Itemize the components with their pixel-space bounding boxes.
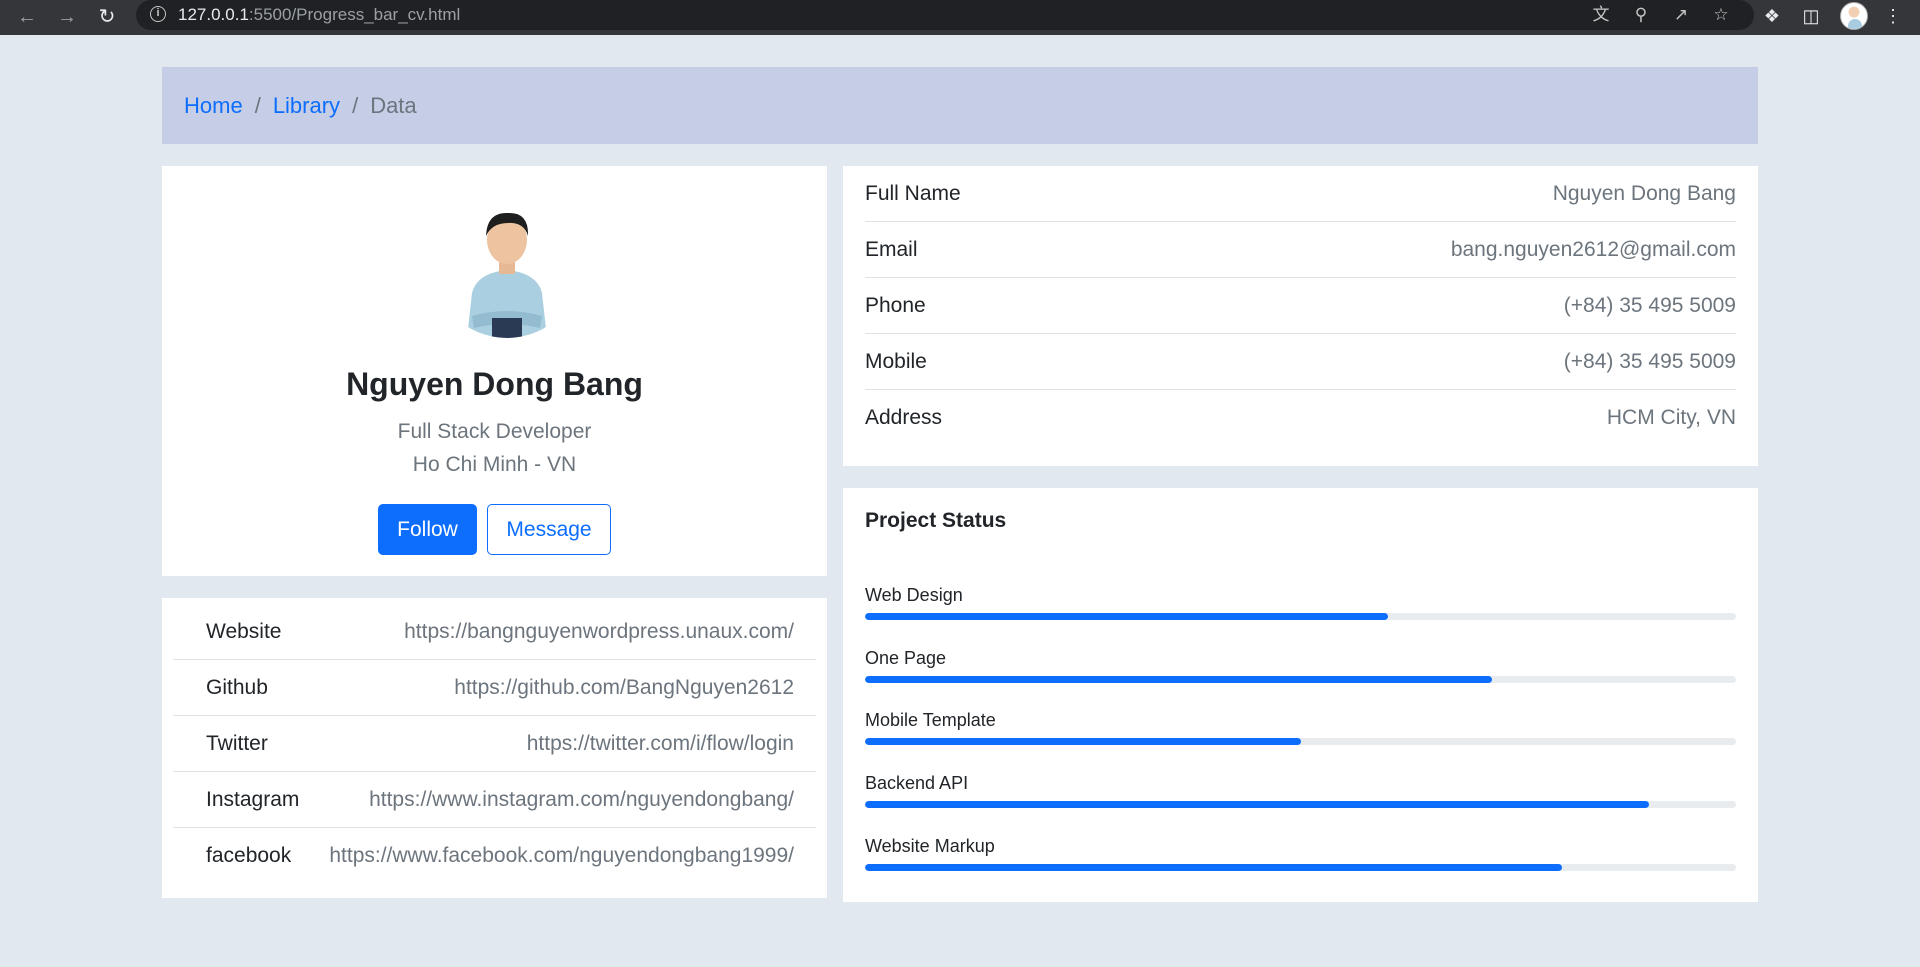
side-panel-icon[interactable]: ◫ [1798,3,1824,29]
progress-fill [865,864,1562,871]
bookmark-star-icon[interactable]: ☆ [1708,3,1734,27]
info-icon[interactable]: i [150,6,166,22]
profile-name: Nguyen Dong Bang [346,366,643,402]
back-arrow-icon[interactable]: ← [12,2,42,32]
info-row-address: Address HCM City, VN [865,390,1736,446]
info-label: Mobile [865,349,927,373]
breadcrumb-home-link[interactable]: Home [184,93,243,119]
progress-bar [865,801,1736,808]
menu-dots-icon[interactable]: ⋮ [1880,3,1906,29]
social-link[interactable]: https://bangnguyenwordpress.unaux.com/ [404,620,794,644]
progress-item-web-design: Web Design [865,584,1736,634]
progress-fill [865,676,1493,683]
social-link[interactable]: https://www.instagram.com/nguyendongbang… [369,788,794,812]
share-icon[interactable]: ↗ [1668,3,1694,27]
breadcrumb: Home / Library / Data [162,67,1758,144]
progress-fill [865,738,1301,745]
social-row-website: Website https://bangnguyenwordpress.unau… [173,604,816,660]
progress-fill [865,801,1649,808]
social-label: Website [206,619,282,643]
progress-fill [865,613,1388,620]
progress-label: Backend API [865,773,969,793]
progress-bar [865,613,1736,620]
follow-button[interactable]: Follow [378,504,477,555]
progress-label: Mobile Template [865,710,996,730]
info-label: Phone [865,293,926,317]
address-bar[interactable]: i 127.0.0.1:5500/Progress_bar_cv.html 文 … [136,0,1754,30]
extensions-icon[interactable]: ❖ [1759,3,1785,29]
progress-label: Web Design [865,585,963,605]
info-label: Full Name [865,181,961,205]
info-row-phone: Phone (+84) 35 495 5009 [865,278,1736,334]
social-label: Twitter [206,731,268,755]
social-link[interactable]: https://github.com/BangNguyen2612 [454,676,794,700]
progress-bar [865,738,1736,745]
progress-bar [865,864,1736,871]
social-row-github: Github https://github.com/BangNguyen2612 [173,660,816,716]
progress-label: One Page [865,648,947,668]
translate-icon[interactable]: 文 [1588,3,1614,27]
social-link[interactable]: https://twitter.com/i/flow/login [527,732,794,756]
zoom-icon[interactable]: ⚲ [1628,3,1654,27]
info-label: Email [865,237,918,261]
info-row-full-name: Full Name Nguyen Dong Bang [865,166,1736,222]
social-label: Github [206,675,268,699]
url-text[interactable]: 127.0.0.1:5500/Progress_bar_cv.html [178,4,460,26]
message-button[interactable]: Message [487,504,611,555]
progress-item-one-page: One Page [865,647,1736,697]
social-links-card: Website https://bangnguyenwordpress.unau… [162,598,827,898]
profile-card: Nguyen Dong Bang Full Stack Developer Ho… [162,166,827,576]
progress-label: Website Markup [865,836,995,856]
browser-toolbar: ← → ↻ i 127.0.0.1:5500/Progress_bar_cv.h… [0,0,1920,35]
info-label: Address [865,406,943,429]
social-row-instagram: Instagram https://www.instagram.com/nguy… [173,772,816,828]
reload-icon[interactable]: ↻ [92,2,122,32]
info-value: Nguyen Dong Bang [1552,181,1736,205]
social-link[interactable]: https://www.facebook.com/nguyendongbang1… [329,844,794,868]
profile-avatar [432,188,582,338]
social-label: facebook [206,844,292,867]
breadcrumb-separator: / [254,92,261,118]
profile-location: Ho Chi Minh - VN [412,453,577,476]
info-value: (+84) 35 495 5009 [1563,293,1736,317]
profile-photo-icon [432,188,582,338]
info-row-email: Email bang.nguyen2612@gmail.com [865,222,1736,278]
info-value: bang.nguyen2612@gmail.com [1450,237,1736,261]
progress-item-backend-api: Backend API [865,772,1736,822]
forward-arrow-icon[interactable]: → [52,2,82,32]
info-value: HCM City, VN [1606,406,1736,429]
profile-avatar-icon[interactable] [1840,2,1868,30]
url-host: 127.0.0.1 [178,5,249,24]
project-status-title: Project Status [865,509,1007,532]
social-row-facebook: facebook https://www.facebook.com/nguyen… [173,828,816,884]
progress-item-website-markup: Website Markup [865,835,1736,885]
profile-role: Full Stack Developer [397,420,592,443]
project-status-card: Project Status Web Design One Page Mobil… [843,488,1758,902]
contact-info-card: Full Name Nguyen Dong Bang Email bang.ng… [843,166,1758,466]
social-label: Instagram [206,787,300,811]
progress-item-mobile-template: Mobile Template [865,709,1736,759]
info-row-mobile: Mobile (+84) 35 495 5009 [865,334,1736,390]
breadcrumb-current: Data [370,92,417,118]
breadcrumb-library-link[interactable]: Library [273,93,340,119]
breadcrumb-separator: / [352,92,359,118]
info-value: (+84) 35 495 5009 [1563,349,1736,373]
url-path: :5500/Progress_bar_cv.html [248,5,461,24]
progress-bar [865,676,1736,683]
social-row-twitter: Twitter https://twitter.com/i/flow/login [173,716,816,772]
